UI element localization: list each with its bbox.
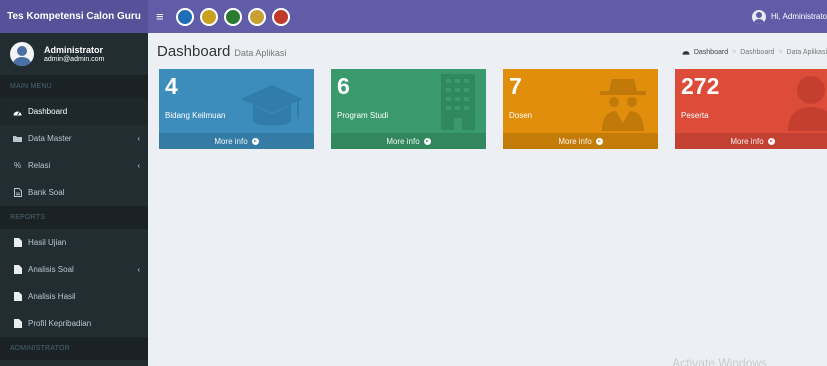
user-name: Administrator xyxy=(44,45,104,55)
stat-value: 4 xyxy=(165,73,178,99)
sidebar-item-dashboard[interactable]: Dashboard xyxy=(0,98,148,125)
sidebar-item-data-master[interactable]: Data Master ‹ xyxy=(0,125,148,152)
content-header: Dashboard Data Aplikasi Dashboard > Dashb… xyxy=(148,33,827,65)
chevron-left-icon: ‹ xyxy=(137,134,140,143)
stat-label: Peserta xyxy=(681,111,709,120)
more-info-label: More info xyxy=(214,136,248,146)
sidebar-item-label: Analisis Hasil xyxy=(28,292,76,301)
page-subtitle: Data Aplikasi xyxy=(234,48,287,58)
menu-header-main: MAIN MENU xyxy=(0,75,148,98)
page-title: Dashboard Data Aplikasi xyxy=(157,43,286,60)
top-navbar: ≡ Hi, Administrato xyxy=(148,0,827,33)
stat-value: 6 xyxy=(337,73,350,99)
logo-icon xyxy=(272,7,290,26)
logo-icon xyxy=(200,7,218,26)
file-icon xyxy=(13,265,22,274)
page-title-text: Dashboard xyxy=(157,43,231,60)
sidebar: Administrator admin@admin.com MAIN MENU … xyxy=(0,33,148,366)
activate-windows-watermark: Activate Windows xyxy=(672,356,767,366)
breadcrumb-item[interactable]: Dashboard xyxy=(694,49,728,56)
more-info-label: More info xyxy=(558,136,592,146)
stat-box-dosen: 7 Dosen More info xyxy=(503,69,658,149)
user-panel: Administrator admin@admin.com xyxy=(0,33,148,75)
sidebar-item-label: Dashboard xyxy=(28,107,68,116)
breadcrumb-item: Data Aplikasi xyxy=(786,49,827,56)
user-avatar-icon xyxy=(751,9,766,24)
stat-box-program-studi: 6 Program Studi More info xyxy=(331,69,486,149)
main-content: Dashboard Data Aplikasi Dashboard > Dashb… xyxy=(148,33,827,366)
sidebar-item-label: Bank Soal xyxy=(28,188,65,197)
more-info-label: More info xyxy=(386,136,420,146)
stat-label: Program Studi xyxy=(337,111,389,120)
sidebar-item-hasil-ujian[interactable]: Hasil Ujian xyxy=(0,229,148,256)
institution-logos xyxy=(176,7,290,26)
stat-label: Dosen xyxy=(509,111,533,120)
file-icon xyxy=(13,292,22,301)
graduation-cap-icon xyxy=(241,85,303,126)
sidebar-item-label: Analisis Soal xyxy=(28,265,74,274)
more-info-link[interactable]: More info xyxy=(159,133,314,149)
breadcrumb-item[interactable]: Dashboard xyxy=(740,49,774,56)
logo-icon xyxy=(176,7,194,26)
breadcrumb-separator: > xyxy=(778,49,783,56)
arrow-circle-right-icon xyxy=(767,137,775,145)
user-menu[interactable]: Hi, Administrato xyxy=(751,0,827,33)
dashboard-icon xyxy=(682,48,690,57)
sidebar-item-label: Hasil Ujian xyxy=(28,238,67,247)
sidebar-item-analisis-hasil[interactable]: Analisis Hasil xyxy=(0,283,148,310)
user-info: Administrator admin@admin.com xyxy=(44,45,104,63)
chevron-left-icon: ‹ xyxy=(137,265,140,274)
more-info-link[interactable]: More info xyxy=(675,133,827,149)
sidebar-item-profil-kepribadian[interactable]: Profil Kepribadian xyxy=(0,310,148,337)
file-icon xyxy=(13,319,22,328)
sidebar-item-bank-soal[interactable]: Bank Soal xyxy=(0,179,148,206)
user-email: admin@admin.com xyxy=(44,56,105,63)
stat-label: Bidang Keilmuan xyxy=(165,111,226,120)
arrow-circle-right-icon xyxy=(423,137,431,145)
stat-value: 7 xyxy=(509,73,522,99)
avatar xyxy=(10,42,34,66)
app-title[interactable]: Tes Kompetensi Calon Guru xyxy=(0,0,148,33)
logo-icon xyxy=(224,7,242,26)
arrow-circle-right-icon xyxy=(251,137,259,145)
arrow-circle-right-icon xyxy=(595,137,603,145)
more-info-label: More info xyxy=(730,136,764,146)
menu-header-reports: REPORTS xyxy=(0,206,148,229)
stat-box-peserta: 272 Peserta More info xyxy=(675,69,827,149)
sidebar-item-label: Relasi xyxy=(28,161,51,170)
breadcrumb-separator: > xyxy=(732,49,737,56)
chevron-left-icon: ‹ xyxy=(137,161,140,170)
sidebar-item-analisis-soal[interactable]: Analisis Soal ‹ xyxy=(0,256,148,283)
user-greeting: Hi, Administrato xyxy=(770,12,827,21)
breadcrumb: Dashboard > Dashboard > Data Aplikasi xyxy=(682,48,827,57)
percent-icon: % xyxy=(13,161,22,170)
building-icon xyxy=(441,74,475,130)
hamburger-menu-icon[interactable]: ≡ xyxy=(156,10,174,23)
menu-header-administrator: ADMINISTRATOR xyxy=(0,337,148,360)
user-icon xyxy=(788,76,827,131)
sidebar-item-label: Profil Kepribadian xyxy=(28,319,92,328)
sidebar-item-relasi[interactable]: % Relasi ‹ xyxy=(0,152,148,179)
folder-icon xyxy=(13,134,22,143)
more-info-link[interactable]: More info xyxy=(503,133,658,149)
spy-icon xyxy=(600,79,646,131)
dashboard-icon xyxy=(13,107,22,116)
file-outline-icon xyxy=(13,188,22,197)
logo-icon xyxy=(248,7,266,26)
file-icon xyxy=(13,238,22,247)
stat-value: 272 xyxy=(681,73,720,99)
more-info-link[interactable]: More info xyxy=(331,133,486,149)
stat-box-bidang-keilmuan: 4 Bidang Keilmuan More info xyxy=(159,69,314,149)
sidebar-item-label: Data Master xyxy=(28,134,72,143)
